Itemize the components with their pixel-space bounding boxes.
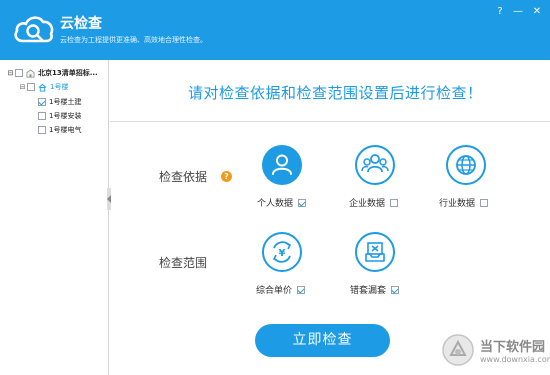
- industry-data-checkbox[interactable]: [480, 198, 489, 207]
- industry-data-choice[interactable]: 行业数据: [439, 196, 489, 209]
- personal-data-option[interactable]: [262, 145, 302, 185]
- company-data-label: 企业数据: [349, 199, 386, 209]
- title-bar: 云检查 云检查为工程提供更准确、高效地合理性检查。 ? — ✕: [0, 0, 550, 60]
- industry-data-option[interactable]: [446, 145, 486, 185]
- yen-refresh-icon: ¥: [272, 241, 292, 263]
- tree-label-building: 1号楼: [50, 83, 69, 91]
- tree-item-root[interactable]: ⊟ 北京13清单招标...: [6, 66, 98, 80]
- error-omission-option[interactable]: [355, 232, 395, 272]
- tree-item-child[interactable]: 1号楼电气: [38, 123, 81, 137]
- instruction-text: 请对检查依据和检查范围设置后进行检查！: [188, 84, 483, 102]
- cloud-search-icon: [14, 16, 54, 43]
- minimize-button[interactable]: —: [511, 5, 525, 19]
- error-omission-label: 错套漏套: [350, 286, 387, 296]
- start-check-button[interactable]: 立即检查: [255, 324, 390, 357]
- error-omission-choice[interactable]: 错套漏套: [350, 283, 400, 296]
- project-tree: ⊟ 北京13清单招标... ⊟ 1号楼 1号楼土建 1号楼安装 1号楼电气: [0, 60, 109, 375]
- watermark: 当下软件园 www.downxia.com: [440, 330, 550, 372]
- person-icon: [272, 154, 292, 175]
- watermark-url: www.downxia.com: [480, 355, 550, 364]
- tree-checkbox-building[interactable]: [27, 83, 35, 91]
- range-label: 检查范围: [159, 256, 208, 270]
- collapse-icon[interactable]: ⊟: [18, 83, 27, 91]
- unit-price-label: 综合单价: [256, 286, 293, 296]
- error-omission-checkbox[interactable]: [391, 285, 400, 294]
- unit-price-option[interactable]: ¥: [262, 232, 302, 272]
- group-icon: [361, 154, 389, 173]
- tree-item-building[interactable]: ⊟ 1号楼: [18, 80, 68, 94]
- tree-item-child[interactable]: 1号楼土建: [38, 95, 81, 109]
- basis-label: 检查依据: [159, 170, 208, 184]
- company-data-checkbox[interactable]: [390, 198, 399, 207]
- tree-label-child: 1号楼土建: [49, 98, 82, 106]
- industry-data-label: 行业数据: [439, 199, 476, 209]
- watermark-logo-icon: [442, 334, 474, 366]
- instruction-banner: 请对检查依据和检查范围设置后进行检查！: [110, 60, 550, 122]
- help-icon[interactable]: ?: [221, 171, 232, 182]
- building-icon: [38, 83, 47, 92]
- sidebar-collapse-handle[interactable]: [107, 188, 111, 210]
- company-data-option[interactable]: [355, 145, 395, 185]
- tree-label-child: 1号楼安装: [49, 112, 82, 120]
- tree-label-root: 北京13清单招标...: [38, 69, 98, 77]
- personal-data-label: 个人数据: [257, 199, 294, 209]
- tray-x-icon: [365, 242, 385, 262]
- personal-data-choice[interactable]: 个人数据: [257, 196, 307, 209]
- svg-text:¥: ¥: [279, 248, 286, 259]
- unit-price-choice[interactable]: 综合单价: [256, 283, 306, 296]
- company-data-choice[interactable]: 企业数据: [349, 196, 399, 209]
- globe-icon: [456, 155, 476, 175]
- close-button[interactable]: ✕: [530, 5, 544, 19]
- app-title: 云检查: [60, 16, 102, 32]
- unit-price-checkbox[interactable]: [297, 285, 306, 294]
- personal-data-checkbox[interactable]: [298, 198, 307, 207]
- app-subtitle: 云检查为工程提供更准确、高效地合理性检查。: [60, 36, 207, 44]
- tree-checkbox-child-2[interactable]: [38, 112, 46, 120]
- help-button[interactable]: ?: [493, 5, 507, 19]
- tree-checkbox-child-1[interactable]: [38, 98, 46, 106]
- project-icon: [26, 68, 35, 77]
- tree-checkbox-child-3[interactable]: [38, 126, 46, 134]
- tree-label-child: 1号楼电气: [49, 126, 82, 134]
- watermark-title: 当下软件园: [480, 340, 546, 355]
- tree-checkbox-root[interactable]: [15, 69, 23, 77]
- tree-item-child[interactable]: 1号楼安装: [38, 109, 81, 123]
- collapse-icon[interactable]: ⊟: [6, 69, 15, 77]
